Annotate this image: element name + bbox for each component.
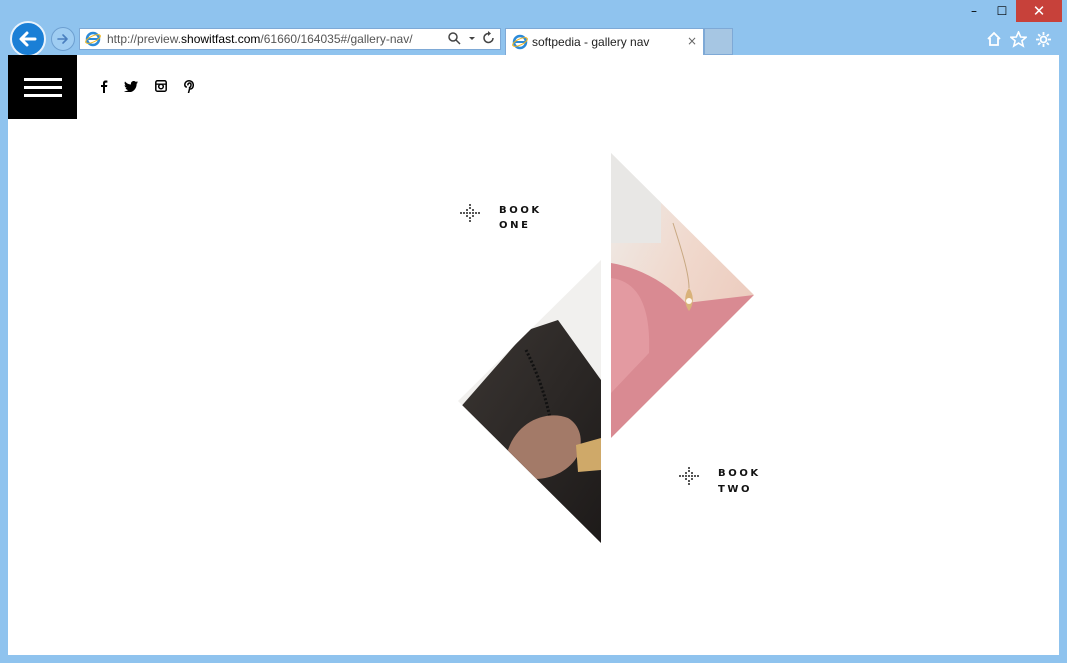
search-icon[interactable] — [447, 31, 462, 46]
back-button[interactable] — [10, 21, 46, 57]
new-tab-button[interactable] — [704, 28, 733, 55]
menu-line — [23, 93, 62, 97]
forward-button[interactable] — [51, 27, 75, 51]
pinterest-icon — [184, 79, 194, 93]
settings-gear-icon — [1035, 31, 1051, 47]
settings-button[interactable] — [1034, 30, 1052, 48]
tab-title: softpedia - gallery nav — [532, 35, 650, 49]
gallery-image-left[interactable] — [458, 260, 601, 545]
instagram-icon — [155, 80, 167, 92]
menu-line — [23, 85, 62, 89]
favorites-star-icon — [1009, 30, 1027, 48]
address-bar[interactable]: http://preview.showitfast.com/61660/1640… — [79, 28, 501, 50]
gallery-image-right[interactable] — [611, 153, 754, 440]
favorites-button[interactable] — [1009, 30, 1027, 48]
instagram-link[interactable] — [154, 79, 168, 93]
book-two-line2: TWO — [718, 484, 753, 495]
active-tab[interactable]: softpedia - gallery nav × — [505, 28, 704, 55]
close-window-button[interactable]: ✕ — [1016, 0, 1062, 22]
hamburger-menu-button[interactable] — [8, 55, 77, 119]
book-one-line1: BOOK — [499, 205, 542, 216]
address-url: http://preview.showitfast.com/61660/1640… — [107, 32, 413, 46]
maximize-button[interactable]: ☐ — [988, 0, 1016, 22]
home-button[interactable] — [985, 30, 1003, 48]
dotted-arrow-icon — [460, 204, 480, 222]
browser-chrome: – ☐ ✕ http://preview.showitfast.com/6166… — [0, 0, 1067, 57]
book-one-link[interactable]: BOOK ONE — [459, 203, 542, 233]
facebook-link[interactable] — [97, 79, 111, 93]
forward-arrow-icon — [57, 34, 68, 44]
book-one-line2: ONE — [499, 220, 531, 231]
refresh-icon[interactable] — [482, 31, 496, 46]
menu-line — [23, 77, 62, 81]
book-two-line1: BOOK — [718, 468, 761, 479]
back-arrow-icon — [19, 31, 37, 47]
tab-close-icon[interactable]: × — [687, 34, 697, 48]
ie-logo-icon — [85, 31, 101, 47]
book-two-link[interactable]: BOOK TWO — [678, 466, 761, 498]
dotted-arrow-icon — [679, 467, 699, 485]
facebook-icon — [101, 80, 108, 93]
ie-logo-icon — [512, 34, 528, 50]
web-page: BOOK ONE BOOK TWO — [8, 55, 1059, 655]
twitter-link[interactable] — [124, 79, 138, 93]
twitter-icon — [124, 80, 138, 92]
pinterest-link[interactable] — [182, 79, 196, 93]
home-icon — [987, 31, 1001, 46]
minimize-button[interactable]: – — [960, 0, 988, 22]
dropdown-chevron-icon[interactable] — [468, 31, 476, 46]
